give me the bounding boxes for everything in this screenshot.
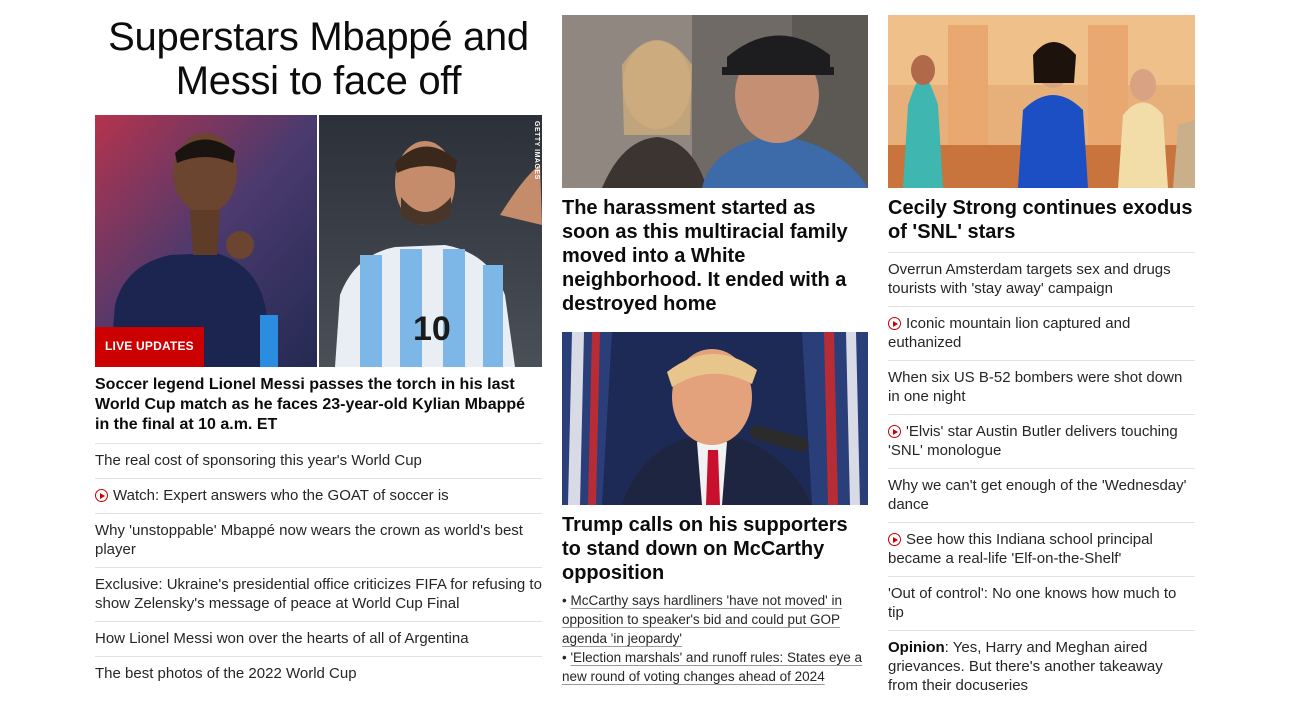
story-bullets: • McCarthy says hardliners 'have not mov… bbox=[562, 591, 868, 686]
list-item: Overrun Amsterdam targets sex and drugs … bbox=[888, 252, 1195, 306]
related-link[interactable]: Exclusive: Ukraine's presidential office… bbox=[95, 576, 542, 612]
list-item: The real cost of sponsoring this year's … bbox=[95, 443, 542, 478]
middle-column: The harassment started as soon as this m… bbox=[562, 15, 868, 686]
list-item: 'Out of control': No one knows how much … bbox=[888, 576, 1195, 630]
right-column: Cecily Strong continues exodus of 'SNL' … bbox=[888, 15, 1195, 703]
list-item: 'Elvis' star Austin Butler delivers touc… bbox=[888, 414, 1195, 468]
svg-text:10: 10 bbox=[413, 310, 451, 348]
related-link[interactable]: 'Elvis' star Austin Butler delivers touc… bbox=[888, 423, 1178, 459]
list-item: Exclusive: Ukraine's presidential office… bbox=[95, 567, 542, 621]
story-headline[interactable]: Trump calls on his supporters to stand d… bbox=[562, 513, 868, 585]
related-link[interactable]: When six US B-52 bombers were shot down … bbox=[888, 369, 1182, 405]
related-link[interactable]: See how this Indiana school principal be… bbox=[888, 531, 1153, 567]
related-link[interactable]: 'Out of control': No one knows how much … bbox=[888, 585, 1176, 621]
list-item: Opinion: Yes, Harry and Meghan aired gri… bbox=[888, 630, 1195, 703]
list-item: How Lionel Messi won over the hearts of … bbox=[95, 621, 542, 656]
story-headline[interactable]: The harassment started as soon as this m… bbox=[562, 196, 868, 316]
related-link[interactable]: How Lionel Messi won over the hearts of … bbox=[95, 630, 469, 647]
lead-story: Superstars Mbappé and Messi to face off bbox=[95, 15, 542, 691]
story-headline[interactable]: Cecily Strong continues exodus of 'SNL' … bbox=[888, 196, 1195, 244]
play-icon bbox=[95, 489, 108, 502]
snl-photo[interactable] bbox=[888, 15, 1195, 188]
related-link[interactable]: The real cost of sponsoring this year's … bbox=[95, 452, 422, 469]
lead-headline[interactable]: Superstars Mbappé and Messi to face off bbox=[95, 15, 542, 103]
related-link[interactable]: Overrun Amsterdam targets sex and drugs … bbox=[888, 261, 1171, 297]
list-item: Watch: Expert answers who the GOAT of so… bbox=[95, 478, 542, 513]
list-item: The best photos of the 2022 World Cup bbox=[95, 656, 542, 691]
list-item: Why we can't get enough of the 'Wednesda… bbox=[888, 468, 1195, 522]
family-photo[interactable] bbox=[562, 15, 868, 188]
list-item: When six US B-52 bombers were shot down … bbox=[888, 360, 1195, 414]
lead-description[interactable]: Soccer legend Lionel Messi passes the to… bbox=[95, 375, 542, 435]
lead-photo[interactable]: 10 GETTY IMAGES LIVE UPDATES bbox=[95, 115, 542, 367]
play-icon bbox=[888, 533, 901, 546]
bullet-link[interactable]: 'Election marshals' and runoff rules: St… bbox=[562, 650, 862, 684]
trump-photo[interactable] bbox=[562, 332, 868, 505]
right-related-links: Overrun Amsterdam targets sex and drugs … bbox=[888, 252, 1195, 703]
related-link[interactable]: Watch: Expert answers who the GOAT of so… bbox=[113, 487, 449, 504]
list-item: • 'Election marshals' and runoff rules: … bbox=[562, 650, 863, 684]
list-item: See how this Indiana school principal be… bbox=[888, 522, 1195, 576]
related-link[interactable]: Why 'unstoppable' Mbappé now wears the c… bbox=[95, 522, 523, 558]
related-link[interactable]: Why we can't get enough of the 'Wednesda… bbox=[888, 477, 1187, 513]
live-updates-badge[interactable]: LIVE UPDATES bbox=[95, 327, 204, 367]
related-link[interactable]: The best photos of the 2022 World Cup bbox=[95, 665, 357, 682]
play-icon bbox=[888, 425, 901, 438]
play-icon bbox=[888, 317, 901, 330]
snl-image bbox=[888, 15, 1195, 188]
opinion-label: Opinion bbox=[888, 639, 945, 656]
trump-image bbox=[562, 332, 868, 505]
list-item: • McCarthy says hardliners 'have not mov… bbox=[562, 593, 843, 646]
list-item: Iconic mountain lion captured and euthan… bbox=[888, 306, 1195, 360]
related-link[interactable]: Iconic mountain lion captured and euthan… bbox=[888, 315, 1130, 351]
bullet-link[interactable]: McCarthy says hardliners 'have not moved… bbox=[562, 593, 842, 646]
list-item: Why 'unstoppable' Mbappé now wears the c… bbox=[95, 513, 542, 567]
photo-credit: GETTY IMAGES bbox=[533, 121, 540, 180]
lead-related-links: The real cost of sponsoring this year's … bbox=[95, 443, 542, 691]
family-image bbox=[562, 15, 868, 188]
